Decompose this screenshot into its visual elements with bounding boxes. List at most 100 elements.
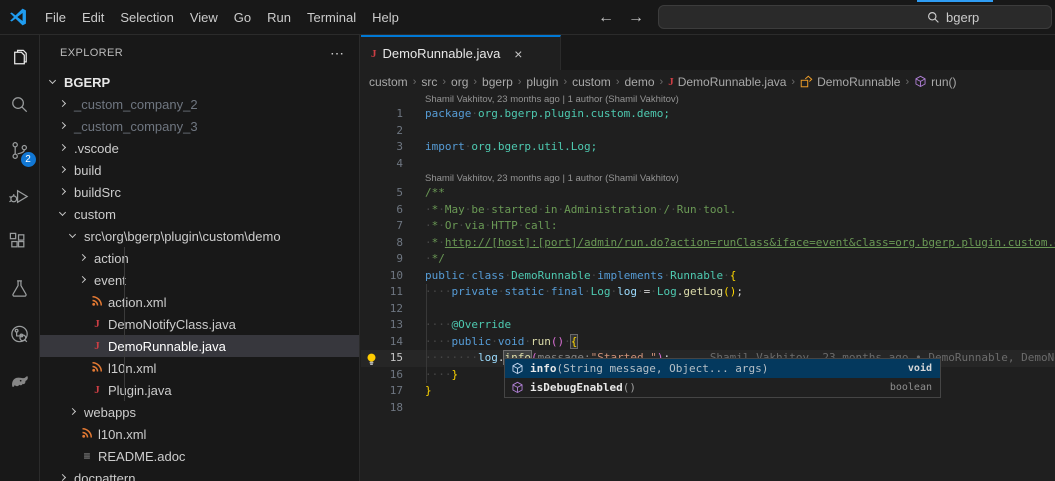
breadcrumb-item-org[interactable]: org (451, 75, 468, 89)
top-accent-strip (917, 0, 993, 2)
nav-arrows: ← → (598, 0, 644, 35)
menu-go[interactable]: Go (226, 6, 259, 29)
git-blame-annotation: Shamil Vakhitov, 23 months ago | 1 autho… (361, 172, 1055, 185)
vscode-window: FileEditSelectionViewGoRunTerminalHelp ←… (0, 0, 1055, 481)
menu-bar: FileEditSelectionViewGoRunTerminalHelp (37, 6, 407, 29)
breadcrumb-item-custom[interactable]: custom (369, 75, 408, 89)
tree-item-demonotifyclass-java[interactable]: JDemoNotifyClass.java (40, 313, 359, 335)
bracket-scope-guide (426, 284, 427, 383)
testing-icon[interactable] (0, 265, 40, 311)
file-tree: BGERP _custom_company_2_custom_company_3.… (40, 71, 359, 481)
line-number: 9 (361, 251, 403, 268)
code-line-3[interactable]: 3import·org.bgerp.util.Log; (361, 139, 1055, 156)
tree-item--custom-company-3[interactable]: _custom_company_3 (40, 115, 359, 137)
sidebar-more-actions-icon[interactable]: ⋯ (330, 45, 345, 62)
tree-item-action[interactable]: action (40, 247, 359, 269)
menu-help[interactable]: Help (364, 6, 407, 29)
line-number: 8 (361, 235, 403, 252)
chevron-right-icon (78, 276, 85, 283)
tree-item--custom-company-2[interactable]: _custom_company_2 (40, 93, 359, 115)
tree-item-readme-adoc[interactable]: ≡README.adoc (40, 445, 359, 467)
breadcrumb-item-demorunnable-java[interactable]: JDemoRunnable.java (668, 75, 786, 89)
menu-terminal[interactable]: Terminal (299, 6, 364, 29)
code-line-8[interactable]: 8·*·http://[host]:[port]/admin/run.do?ac… (361, 235, 1055, 252)
suggest-detail: (String message, Object... args) (557, 362, 769, 375)
menu-selection[interactable]: Selection (112, 6, 181, 29)
code-line-14[interactable]: 14····public·void·run()·{ (361, 334, 1055, 351)
breadcrumb-item-custom[interactable]: custom (572, 75, 611, 89)
line-number: 2 (361, 123, 403, 140)
suggest-label: isDebugEnabled (530, 381, 623, 394)
breadcrumb-item-demo[interactable]: demo (624, 75, 654, 89)
chevron-down-icon (58, 209, 65, 216)
line-number: 11 (361, 284, 403, 301)
gradle-icon[interactable] (0, 357, 40, 403)
code-line-6[interactable]: 6·*·May·be·started·in·Administration·/·R… (361, 202, 1055, 219)
menu-file[interactable]: File (37, 6, 74, 29)
tab-close-icon[interactable]: × (514, 46, 522, 62)
tree-root-bgerp[interactable]: BGERP (40, 71, 359, 93)
code-line-12[interactable]: 12 (361, 301, 1055, 318)
menu-view[interactable]: View (182, 6, 226, 29)
tree-item-webapps[interactable]: webapps (40, 401, 359, 423)
command-center-search[interactable]: bgerp (658, 5, 1052, 29)
menu-edit[interactable]: Edit (74, 6, 112, 29)
code-line-7[interactable]: 7·*·Or·via·HTTP·call: (361, 218, 1055, 235)
tree-item-label: BGERP (64, 75, 110, 90)
line-number: 14 (361, 334, 403, 351)
forward-arrow-icon[interactable]: → (628, 9, 644, 27)
line-number: 12 (361, 301, 403, 318)
code-line-5[interactable]: 5/** (361, 185, 1055, 202)
extensions-icon[interactable] (0, 219, 40, 265)
code-line-1[interactable]: 1package·org.bgerp.plugin.custom.demo; (361, 106, 1055, 123)
tree-item-custom[interactable]: custom (40, 203, 359, 225)
tree-item-src-org-bgerp-plugin-custom-demo[interactable]: src\org\bgerp\plugin\custom\demo (40, 225, 359, 247)
suggest-item-isdebugenabled[interactable]: isDebugEnabled()boolean (505, 378, 940, 397)
search-icon[interactable] (0, 81, 40, 127)
code-line-18[interactable]: 18 (361, 400, 1055, 417)
breadcrumb-item-src[interactable]: src (421, 75, 437, 89)
java-file-icon: J (371, 48, 377, 60)
run-and-debug-icon[interactable] (0, 173, 40, 219)
vscode-logo-icon (8, 7, 28, 27)
lightbulb-icon[interactable] (365, 352, 379, 367)
line-number: 1 (361, 106, 403, 123)
tree-item--vscode[interactable]: .vscode (40, 137, 359, 159)
suggest-detail: () (623, 381, 636, 394)
source-control-icon[interactable]: 2 (0, 127, 40, 173)
indent-guide (124, 247, 125, 401)
tree-item-label: buildSrc (74, 185, 121, 200)
tree-item-demorunnable-java[interactable]: JDemoRunnable.java (40, 335, 359, 357)
tree-item-l10n-xml[interactable]: l10n.xml (40, 357, 359, 379)
back-arrow-icon[interactable]: ← (598, 9, 614, 27)
code-line-9[interactable]: 9·*/ (361, 251, 1055, 268)
tree-item-plugin-java[interactable]: JPlugin.java (40, 379, 359, 401)
tree-item-build[interactable]: build (40, 159, 359, 181)
tab-demorunnable[interactable]: J DemoRunnable.java × (361, 35, 561, 70)
tree-item-buildsrc[interactable]: buildSrc (40, 181, 359, 203)
tree-item-action-xml[interactable]: action.xml (40, 291, 359, 313)
code-line-10[interactable]: 10public·class·DemoRunnable·implements·R… (361, 268, 1055, 285)
tree-item-event[interactable]: event (40, 269, 359, 291)
menu-run[interactable]: Run (259, 6, 299, 29)
tree-item-docpattern[interactable]: docpattern (40, 467, 359, 481)
tree-item-label: README.adoc (98, 449, 185, 464)
tree-item-l10n-xml[interactable]: l10n.xml (40, 423, 359, 445)
tree-item-label: l10n.xml (98, 427, 146, 442)
class-symbol-icon (800, 75, 813, 88)
chevron-right-icon (58, 144, 65, 151)
breadcrumb-item-run-[interactable]: run() (914, 75, 956, 89)
code-line-4[interactable]: 4 (361, 156, 1055, 173)
breadcrumb-item-bgerp[interactable]: bgerp (482, 75, 513, 89)
code-line-2[interactable]: 2 (361, 123, 1055, 140)
code-line-11[interactable]: 11····private·static·final·Log·log·=·Log… (361, 284, 1055, 301)
tree-item-label: DemoNotifyClass.java (108, 317, 236, 332)
suggest-item-info[interactable]: info(String message, Object... args)void (505, 359, 940, 378)
git-graph-icon[interactable] (0, 311, 40, 357)
breadcrumb-item-plugin[interactable]: plugin (526, 75, 558, 89)
line-number: 13 (361, 317, 403, 334)
code-line-13[interactable]: 13····@Override (361, 317, 1055, 334)
code-editor[interactable]: Shamil Vakhitov, 23 months ago | 1 autho… (361, 93, 1055, 481)
explorer-icon[interactable] (0, 35, 40, 81)
breadcrumb-item-demorunnable[interactable]: DemoRunnable (800, 75, 900, 89)
